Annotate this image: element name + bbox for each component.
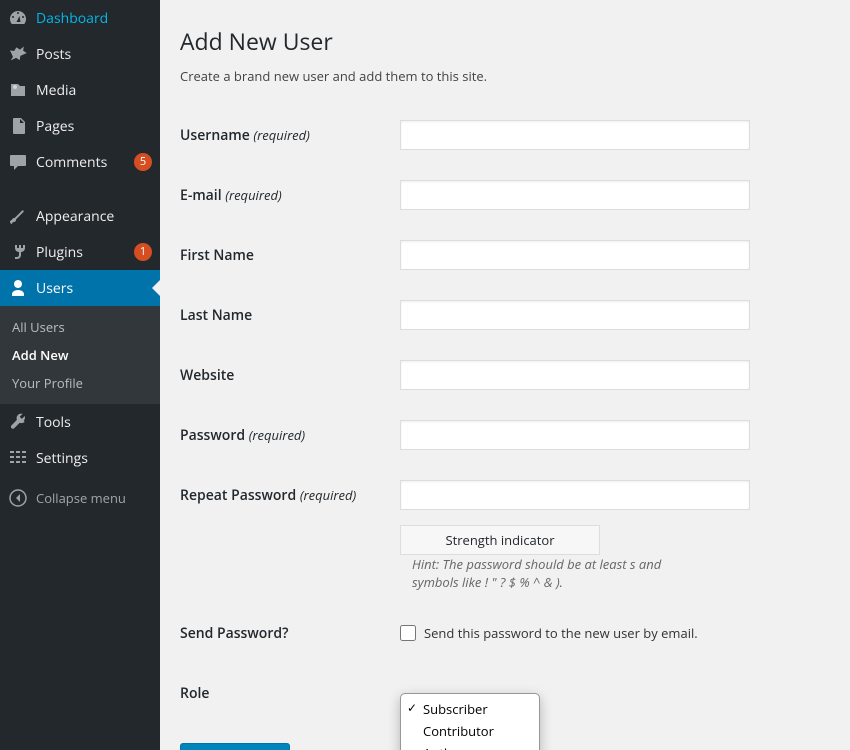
collapse-label: Collapse menu [36, 489, 126, 507]
add-new-user-button[interactable]: Add New User [180, 743, 290, 750]
lastname-input[interactable] [400, 300, 750, 330]
comments-badge: 5 [134, 153, 152, 171]
label-lastname: Last Name [180, 285, 400, 345]
sidebar-item-label: Tools [36, 413, 152, 432]
label-password: Password (required) [180, 405, 400, 465]
sidebar-item-label: Pages [36, 117, 152, 136]
option-contributor[interactable]: Contributor [401, 720, 539, 742]
collapse-icon [8, 488, 28, 508]
label-repeat-password: Repeat Password (required) [180, 465, 400, 525]
sidebar-item-dashboard[interactable]: Dashboard [0, 0, 160, 36]
settings-icon [8, 448, 28, 468]
label-email: E-mail (required) [180, 165, 400, 225]
sidebar-item-users[interactable]: Users [0, 270, 160, 306]
page-description: Create a brand new user and add them to … [180, 67, 830, 85]
sidebar-item-label: Appearance [36, 207, 152, 226]
sidebar-item-label: Comments [36, 153, 130, 172]
user-icon [8, 278, 28, 298]
sidebar-item-tools[interactable]: Tools [0, 404, 160, 440]
sidebar-item-posts[interactable]: Posts [0, 36, 160, 72]
submenu-add-new[interactable]: Add New [0, 341, 160, 369]
sidebar-item-label: Media [36, 81, 152, 100]
label-firstname: First Name [180, 225, 400, 285]
main-content: Add New User Create a brand new user and… [160, 0, 850, 750]
strength-indicator: Strength indicator [400, 525, 600, 555]
send-password-checkbox[interactable] [400, 625, 416, 641]
option-author[interactable]: Author [401, 742, 539, 750]
user-form: Username (required) E-mail (required) Fi… [180, 105, 830, 723]
collapse-menu[interactable]: Collapse menu [0, 480, 160, 516]
label-role: Role [180, 663, 400, 723]
label-website: Website [180, 345, 400, 405]
sidebar-item-pages[interactable]: Pages [0, 108, 160, 144]
sidebar-item-plugins[interactable]: Plugins 1 [0, 234, 160, 270]
send-password-text: Send this password to the new user by em… [424, 624, 698, 642]
sidebar-item-comments[interactable]: Comments 5 [0, 144, 160, 180]
admin-sidebar: Dashboard Posts Media Pages Comments 5 A… [0, 0, 160, 750]
sidebar-item-media[interactable]: Media [0, 72, 160, 108]
users-submenu: All Users Add New Your Profile [0, 306, 160, 404]
sidebar-item-label: Plugins [36, 243, 130, 262]
page-title: Add New User [180, 25, 830, 57]
email-input[interactable] [400, 180, 750, 210]
wrench-icon [8, 412, 28, 432]
repeat-password-input[interactable] [400, 480, 750, 510]
sidebar-item-label: Posts [36, 45, 152, 64]
submenu-all-users[interactable]: All Users [0, 313, 160, 341]
sidebar-item-settings[interactable]: Settings [0, 440, 160, 476]
plugin-icon [8, 242, 28, 262]
comment-icon [8, 152, 28, 172]
sidebar-item-appearance[interactable]: Appearance [0, 198, 160, 234]
label-send-password: Send Password? [180, 603, 400, 663]
password-input[interactable] [400, 420, 750, 450]
dashboard-icon [8, 8, 28, 28]
website-input[interactable] [400, 360, 750, 390]
password-hint: Hint: The password should be at least s … [412, 555, 672, 591]
plugins-badge: 1 [134, 243, 152, 261]
label-username: Username (required) [180, 105, 400, 165]
firstname-input[interactable] [400, 240, 750, 270]
sidebar-item-label: Dashboard [36, 9, 152, 28]
send-password-label[interactable]: Send this password to the new user by em… [400, 624, 830, 642]
option-subscriber[interactable]: Subscriber [401, 698, 539, 720]
media-icon [8, 80, 28, 100]
sidebar-item-label: Users [36, 279, 152, 298]
username-input[interactable] [400, 120, 750, 150]
page-icon [8, 116, 28, 136]
submenu-your-profile[interactable]: Your Profile [0, 369, 160, 397]
brush-icon [8, 206, 28, 226]
pin-icon [8, 44, 28, 64]
role-dropdown: Subscriber Contributor Author Editor Adm… [400, 693, 540, 750]
sidebar-item-label: Settings [36, 449, 152, 468]
